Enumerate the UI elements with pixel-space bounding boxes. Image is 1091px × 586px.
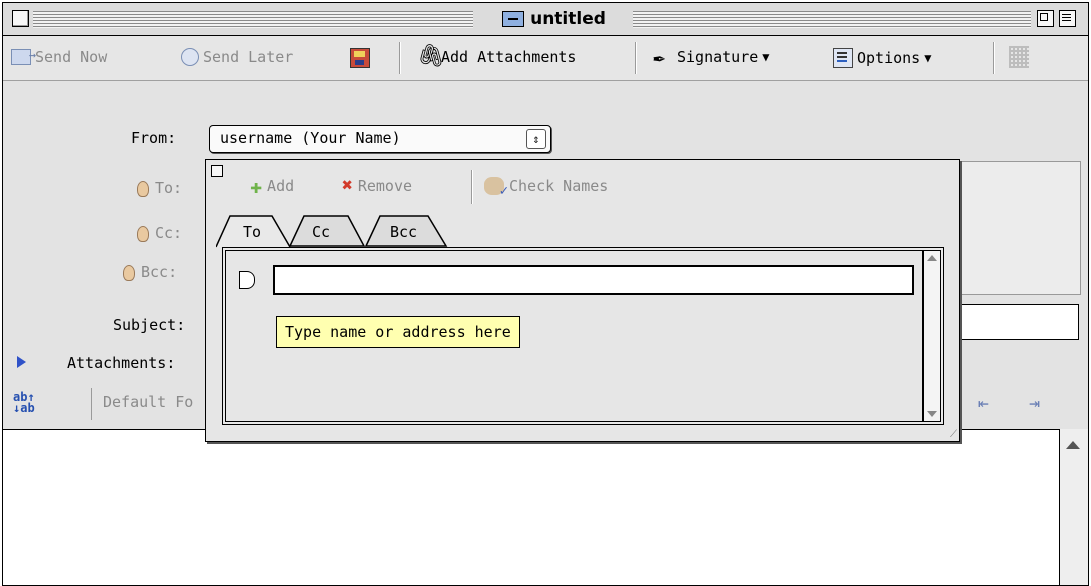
palette-close-box[interactable] xyxy=(211,165,223,177)
pen-icon: ✒ xyxy=(653,45,666,69)
cc-label-row[interactable]: Cc: xyxy=(137,224,182,242)
signature-menu[interactable]: ✒ Signature ▼ xyxy=(653,45,770,69)
send-later-label: Send Later xyxy=(203,48,294,66)
bcc-label: Bcc: xyxy=(141,263,178,281)
outdent-icon[interactable]: ⇤ xyxy=(978,393,1000,414)
compose-window: untitled Send Now Send Later 🖇 Add Attac… xyxy=(2,2,1089,586)
scroll-down-arrow-icon[interactable] xyxy=(927,411,937,417)
check-names-label: Check Names xyxy=(509,177,609,195)
body-scrollbar[interactable] xyxy=(1059,429,1088,585)
send-now-label: Send Now xyxy=(35,48,108,66)
message-icon xyxy=(502,11,525,27)
to-label-row[interactable]: To: xyxy=(137,179,182,197)
options-icon xyxy=(833,48,853,68)
clock-icon xyxy=(181,48,199,66)
signature-label: Signature xyxy=(677,48,759,66)
disclosure-triangle-icon[interactable] xyxy=(17,356,26,368)
recipients-panel: Type name or address here xyxy=(222,247,944,425)
toolbar-separator xyxy=(399,42,400,74)
tab-to-label: To xyxy=(243,223,262,241)
add-label: Add xyxy=(267,177,295,195)
to-label: To: xyxy=(155,179,183,197)
save-button[interactable] xyxy=(350,48,370,68)
cc-label: Cc: xyxy=(155,224,183,242)
remove-button[interactable]: ✖ Remove xyxy=(342,175,413,196)
toolbar: Send Now Send Later 🖇 Add Attachments ✒ … xyxy=(3,36,1088,81)
address-palette: ✚ Add ✖ Remove Check Names To Cc Bcc xyxy=(205,159,960,442)
grid-icon xyxy=(1009,46,1029,68)
options-menu[interactable]: Options ▼ xyxy=(833,48,931,68)
scroll-up-arrow-icon[interactable] xyxy=(927,255,937,261)
resize-grip-icon[interactable]: ⟋ xyxy=(950,429,957,440)
toolbar-separator xyxy=(993,42,994,74)
check-names-button[interactable]: Check Names xyxy=(484,177,609,199)
from-popup[interactable]: username (Your Name) ⇕ xyxy=(209,125,551,153)
bcc-label-row[interactable]: Bcc: xyxy=(123,263,177,281)
tooltip: Type name or address here xyxy=(276,316,520,348)
window-title: untitled xyxy=(530,9,606,29)
title-stripes-right xyxy=(633,11,1031,28)
tab-cc-label: Cc xyxy=(312,223,331,241)
add-attachments-label: Add Attachments xyxy=(441,48,577,66)
spelling-icon[interactable]: ab↑ ↓ab xyxy=(13,391,35,414)
palette-separator xyxy=(471,170,472,204)
from-label: From: xyxy=(131,129,177,147)
collapse-box[interactable] xyxy=(1059,10,1076,27)
subject-label: Subject: xyxy=(113,316,186,334)
address-type-icon xyxy=(239,271,255,289)
remove-label: Remove xyxy=(357,177,413,195)
chevron-down-icon: ▼ xyxy=(924,51,932,65)
format-separator xyxy=(91,388,92,420)
options-label: Options xyxy=(857,49,921,67)
add-button[interactable]: ✚ Add xyxy=(250,174,295,198)
chevron-down-icon: ▼ xyxy=(762,50,770,64)
send-icon xyxy=(11,48,36,65)
recipients-scrollbar[interactable] xyxy=(923,250,941,422)
message-body[interactable] xyxy=(3,429,1088,585)
font-menu[interactable]: Default Fo xyxy=(103,393,193,417)
contact-head-icon xyxy=(137,180,149,197)
title-area: untitled xyxy=(479,7,629,31)
send-now-button[interactable]: Send Now xyxy=(11,48,107,66)
tab-bcc-label: Bcc xyxy=(390,223,418,241)
toolbar-separator xyxy=(635,42,636,74)
from-value: username (Your Name) xyxy=(220,129,401,147)
indent-icon[interactable]: ⇥ xyxy=(1029,393,1051,414)
disk-icon xyxy=(350,48,370,68)
close-box[interactable] xyxy=(12,10,29,27)
title-stripes-left xyxy=(33,11,473,28)
recipients-list[interactable]: Type name or address here xyxy=(225,250,923,422)
add-attachments-button[interactable]: 🖇 Add Attachments xyxy=(417,44,577,69)
contact-head-icon xyxy=(123,264,135,281)
send-later-button[interactable]: Send Later xyxy=(181,48,293,66)
scroll-up-arrow-icon[interactable] xyxy=(1066,441,1080,449)
customize-toolbar-button[interactable] xyxy=(1009,46,1029,68)
zoom-box[interactable] xyxy=(1037,10,1054,27)
title-bar[interactable]: untitled xyxy=(3,3,1088,36)
check-names-icon xyxy=(484,177,508,199)
attachments-label: Attachments: xyxy=(67,354,176,372)
plus-icon: ✚ xyxy=(250,174,263,198)
paperclip-icon: 🖇 xyxy=(417,44,445,69)
subject-field[interactable] xyxy=(955,304,1079,340)
address-input[interactable] xyxy=(273,265,914,295)
x-icon: ✖ xyxy=(342,175,353,196)
recipients-field[interactable] xyxy=(955,161,1081,295)
contact-head-icon xyxy=(137,225,149,242)
popup-arrows-icon: ⇕ xyxy=(526,129,546,149)
